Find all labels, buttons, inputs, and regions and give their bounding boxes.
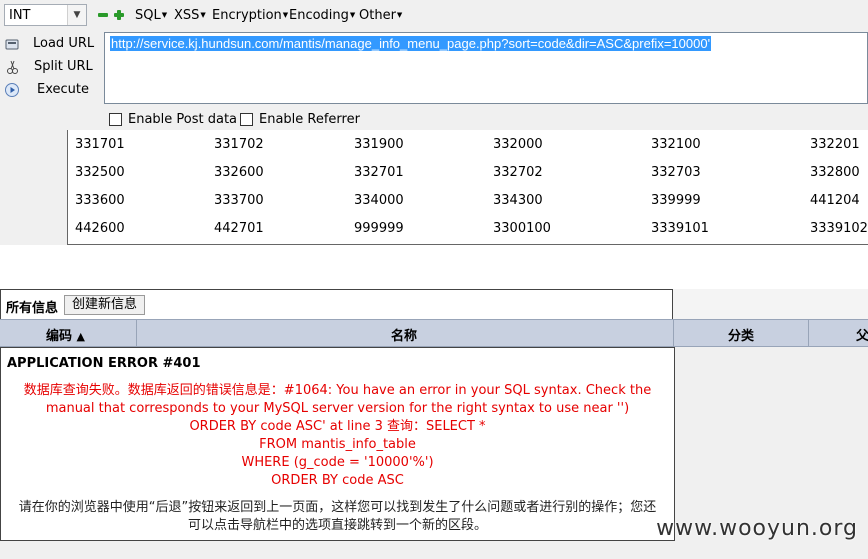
- code-cell: 332201: [810, 137, 860, 152]
- enable-referrer-label: Enable Referrer: [259, 112, 360, 127]
- caret-icon: ▼: [200, 11, 206, 19]
- execute-button[interactable]: Execute: [0, 79, 100, 101]
- caret-icon: ▼: [161, 11, 168, 19]
- column-header-bar: 编码 ▲ 名称 分类 父: [0, 319, 868, 347]
- error-heading: APPLICATION ERROR #401: [7, 356, 201, 371]
- menu-sql[interactable]: SQL▼: [135, 8, 167, 23]
- column-divider: [136, 320, 137, 346]
- code-cell: 333600: [75, 193, 125, 208]
- code-cell: 332600: [214, 165, 264, 180]
- caret-icon: ▼: [349, 11, 356, 19]
- menu-xss[interactable]: XSS▼: [174, 8, 206, 23]
- column-parent[interactable]: 父: [856, 325, 868, 344]
- create-info-button[interactable]: 创建新信息: [64, 295, 146, 315]
- code-cell: 332100: [651, 137, 701, 152]
- enable-post-label: Enable Post data: [128, 112, 238, 127]
- header-filler: [673, 289, 868, 319]
- column-name[interactable]: 名称: [391, 325, 417, 344]
- caret-icon: ▼: [396, 11, 403, 19]
- error-line: manual that corresponds to your MySQL se…: [45, 401, 630, 416]
- page-gap: [0, 245, 868, 289]
- error-box: APPLICATION ERROR #401 数据库查询失败。数据库返回的错误信…: [0, 347, 675, 541]
- error-line: WHERE (g_code = '10000'%'): [241, 455, 434, 470]
- menu-encryption[interactable]: Encryption▼: [212, 8, 288, 23]
- code-cell: 442701: [214, 221, 264, 236]
- code-cell: 332702: [493, 165, 543, 180]
- column-divider: [808, 320, 809, 346]
- url-text: http://service.kj.hundsun.com/mantis/man…: [110, 36, 712, 51]
- plus-icon[interactable]: [113, 9, 125, 21]
- sort-ascending-icon: ▲: [76, 330, 86, 343]
- caret-icon: ▼: [282, 11, 289, 19]
- info-panel-header: 所有信息 创建新信息: [0, 289, 673, 319]
- type-select-value: INT: [9, 8, 31, 23]
- error-hint: 请在你的浏览器中使用“后退”按钮来返回到上一页面，这样您可以找到发生了什么问题或…: [1, 499, 674, 535]
- code-cell: 339999: [651, 193, 701, 208]
- load-url-icon: [5, 39, 19, 50]
- error-line: FROM mantis_info_table: [259, 437, 416, 452]
- hint-line: 请在你的浏览器中使用“后退”按钮来返回到上一页面，这样您可以找到发生了什么问题或…: [18, 500, 657, 515]
- code-cell: 3339101: [651, 221, 709, 236]
- watermark-text: www.wooyun.org: [656, 516, 858, 541]
- column-category[interactable]: 分类: [728, 325, 754, 344]
- menu-other[interactable]: Other▼: [359, 8, 402, 23]
- code-cell: 331701: [75, 137, 125, 152]
- type-select[interactable]: INT ▼: [4, 4, 87, 26]
- split-url-label: Split URL: [34, 59, 93, 74]
- code-cell: 999999: [354, 221, 404, 236]
- split-url-button[interactable]: Split URL: [0, 56, 100, 78]
- url-textarea[interactable]: http://service.kj.hundsun.com/mantis/man…: [104, 32, 868, 104]
- code-table: 331701 331702 331900 332000 332100 33220…: [67, 130, 868, 245]
- code-cell: 332703: [651, 165, 701, 180]
- play-icon: [5, 83, 19, 97]
- load-url-button[interactable]: Load URL: [0, 33, 100, 55]
- checkbox-box[interactable]: [109, 113, 122, 126]
- hint-line: 可以点击导航栏中的选项直接跳转到一个新的区段。: [187, 518, 487, 533]
- error-line: ORDER BY code ASC' at line 3 查询：SELECT *: [189, 419, 486, 434]
- hackbar-toolbar: INT ▼ SQL▼ XSS▼ Encryption▼ Encoding▼ Ot…: [0, 0, 868, 30]
- panel-title: 所有信息: [6, 301, 59, 316]
- error-message: 数据库查询失败。数据库返回的错误信息是：#1064: You have an e…: [1, 382, 674, 490]
- checkbox-box[interactable]: [240, 113, 253, 126]
- code-cell: 334000: [354, 193, 404, 208]
- code-cell: 332800: [810, 165, 860, 180]
- scissors-icon: [7, 60, 18, 74]
- chevron-down-icon[interactable]: ▼: [67, 5, 86, 25]
- code-cell: 332000: [493, 137, 543, 152]
- code-cell: 331702: [214, 137, 264, 152]
- page-bottom: [0, 541, 868, 559]
- minus-icon[interactable]: [97, 9, 109, 21]
- error-line: ORDER BY code ASC: [271, 473, 404, 488]
- load-url-label: Load URL: [33, 36, 95, 51]
- execute-label: Execute: [37, 82, 89, 97]
- code-cell: 334300: [493, 193, 543, 208]
- column-divider: [673, 320, 674, 346]
- code-cell: 332701: [354, 165, 404, 180]
- error-line: 数据库查询失败。数据库返回的错误信息是：#1064: You have an e…: [23, 383, 652, 398]
- code-cell: 3300100: [493, 221, 551, 236]
- code-cell: 331900: [354, 137, 404, 152]
- column-code[interactable]: 编码 ▲: [46, 325, 85, 344]
- menu-encoding[interactable]: Encoding▼: [289, 8, 355, 23]
- code-cell: 3339102: [810, 221, 868, 236]
- code-cell: 441204: [810, 193, 860, 208]
- code-cell: 332500: [75, 165, 125, 180]
- code-cell: 333700: [214, 193, 264, 208]
- code-cell: 442600: [75, 221, 125, 236]
